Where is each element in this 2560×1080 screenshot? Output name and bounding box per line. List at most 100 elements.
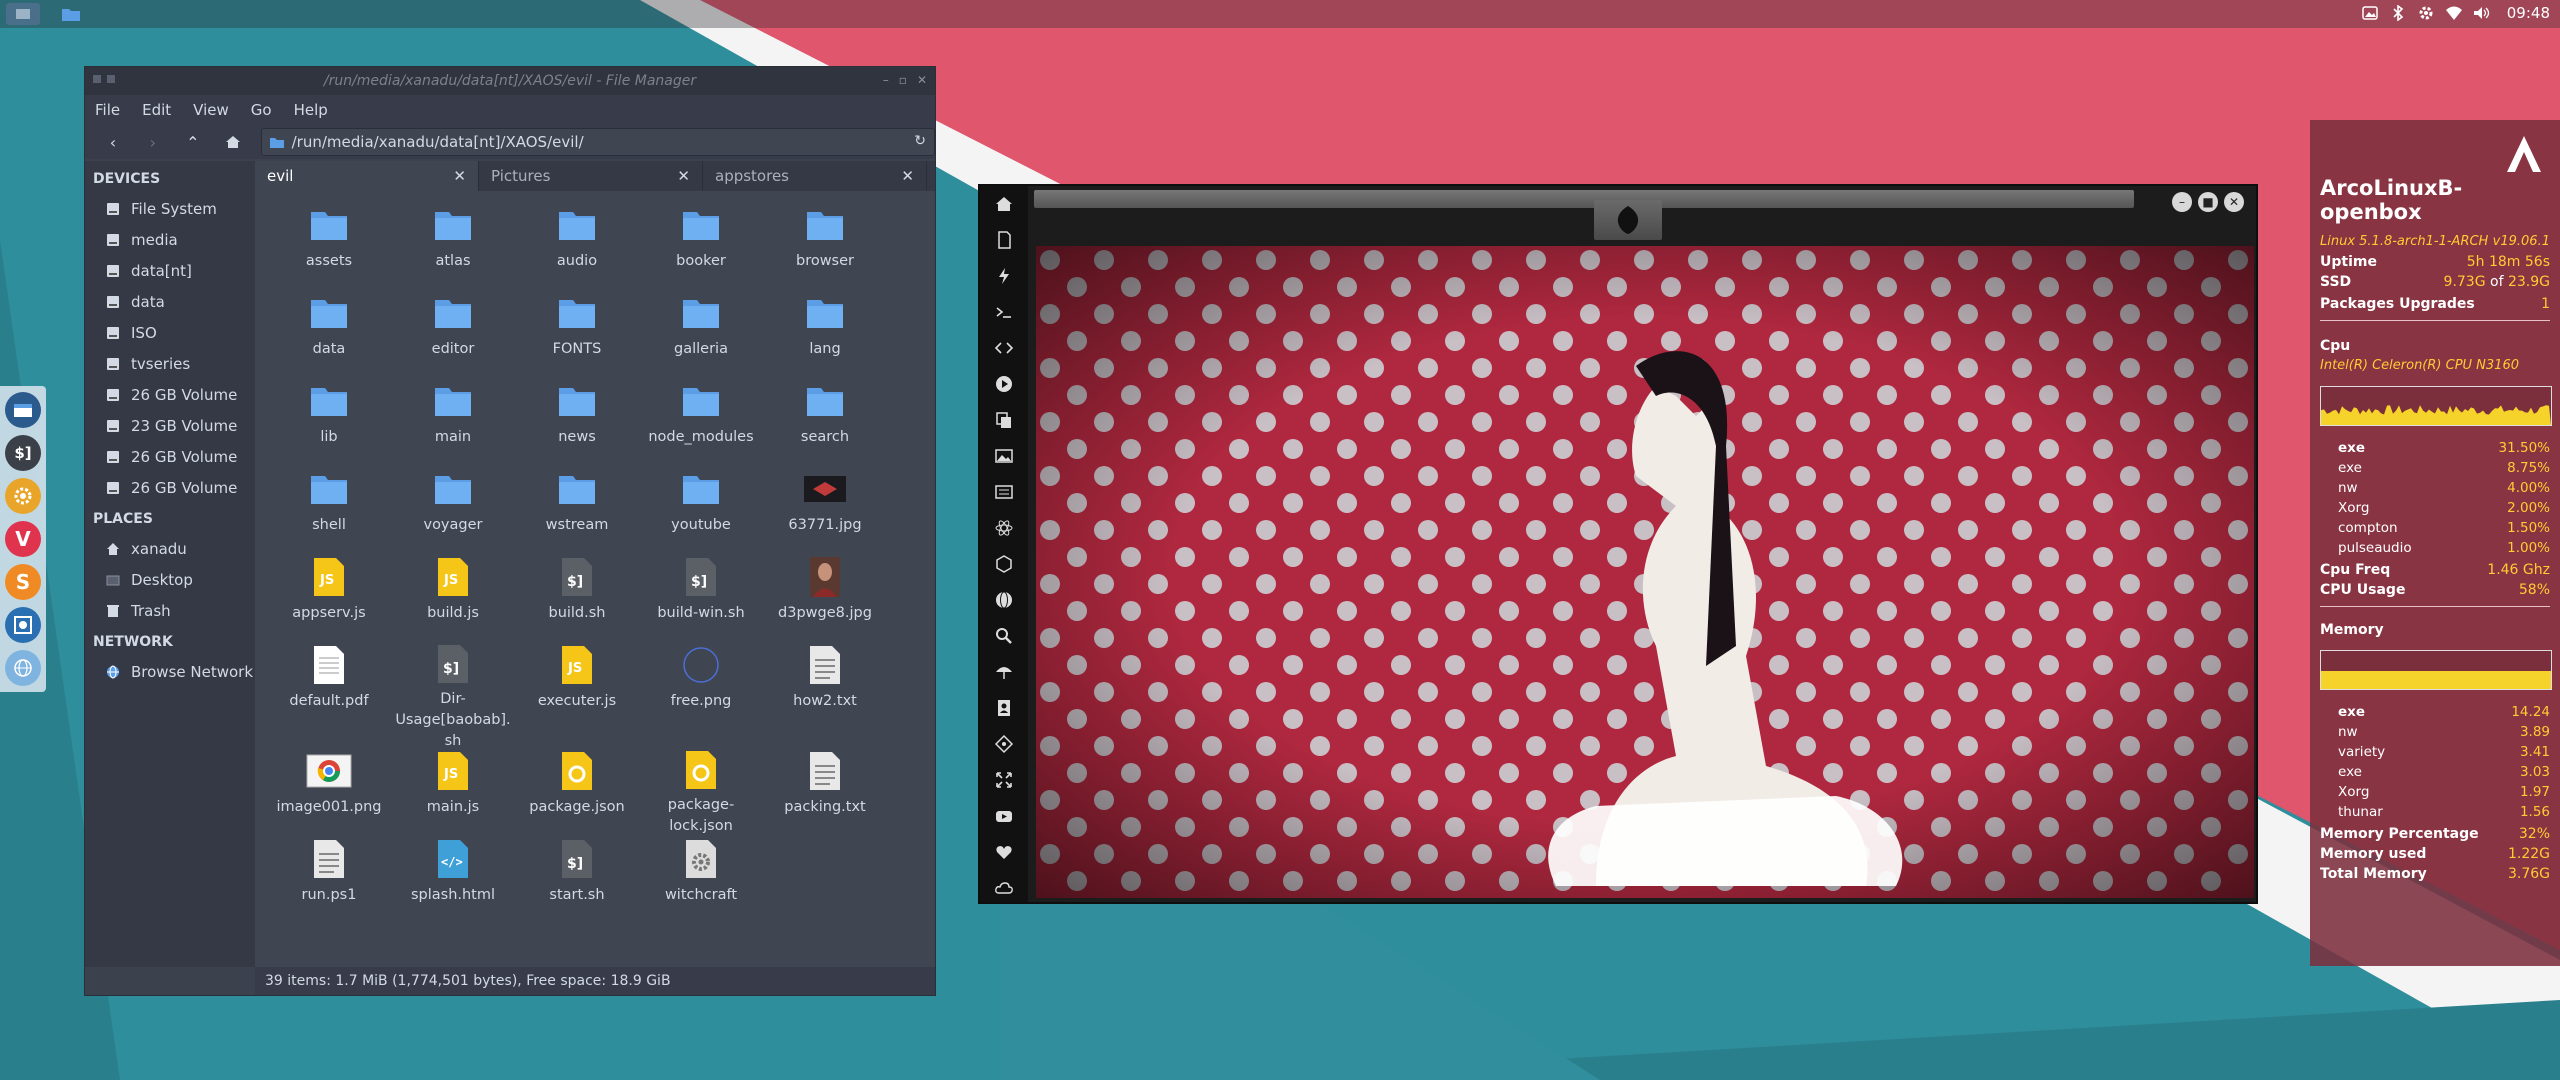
folder-item[interactable]: news — [515, 379, 639, 467]
menu-help[interactable]: Help — [294, 101, 328, 119]
file-item[interactable]: run.ps1 — [267, 837, 391, 917]
react-icon[interactable] — [992, 516, 1016, 540]
volume-icon[interactable] — [2473, 4, 2491, 22]
close-icon[interactable]: ✕ — [917, 73, 927, 87]
file-item[interactable]: packing.txt — [763, 749, 887, 837]
sidebar-device-item[interactable]: ISO — [85, 317, 255, 348]
folder-item[interactable]: youtube — [639, 467, 763, 555]
file-item[interactable]: how2.txt — [763, 643, 887, 749]
file-item[interactable]: package-lock.json — [639, 749, 763, 837]
sidebar-device-item[interactable]: data — [85, 286, 255, 317]
player-logo-button[interactable] — [1594, 200, 1662, 240]
code-icon[interactable] — [992, 336, 1016, 360]
dock-terminal-icon[interactable]: $] — [5, 435, 41, 471]
sidebar-device-item[interactable]: 26 GB Volume — [85, 441, 255, 472]
umbrella-icon[interactable] — [992, 660, 1016, 684]
dock-network-icon[interactable] — [5, 650, 41, 686]
folder-item[interactable]: atlas — [391, 203, 515, 291]
folder-item[interactable]: node_modules — [639, 379, 763, 467]
sidebar-device-item[interactable]: media — [85, 224, 255, 255]
dock-screenshot-icon[interactable] — [5, 607, 41, 643]
menu-view[interactable]: View — [193, 101, 229, 119]
file-item[interactable]: $] start.sh — [515, 837, 639, 917]
dock-settings-icon[interactable] — [5, 478, 41, 514]
lightning-icon[interactable] — [992, 264, 1016, 288]
taskbar-file-manager-button[interactable] — [54, 3, 88, 25]
folder-item[interactable]: data — [267, 291, 391, 379]
minimize-icon[interactable]: – — [883, 73, 889, 87]
folder-item[interactable]: audio — [515, 203, 639, 291]
forward-button[interactable]: › — [135, 128, 171, 156]
contact-icon[interactable] — [992, 696, 1016, 720]
location-path[interactable]: /run/media/xanadu/data[nt]/XAOS/evil/ — [292, 133, 584, 151]
player-maximize-icon[interactable]: ■ — [2198, 192, 2218, 212]
sidebar-device-item[interactable]: File System — [85, 193, 255, 224]
menu-go[interactable]: Go — [251, 101, 272, 119]
clock[interactable]: 09:48 — [2507, 4, 2550, 22]
folder-item[interactable]: wstream — [515, 467, 639, 555]
home-icon[interactable] — [992, 192, 1016, 216]
terminal-icon[interactable] — [992, 300, 1016, 324]
close-tab-icon[interactable]: ✕ — [677, 167, 690, 185]
sidebar-device-item[interactable]: 26 GB Volume — [85, 472, 255, 503]
back-button[interactable]: ‹ — [95, 128, 131, 156]
window-menu-icon[interactable] — [93, 75, 101, 83]
file-item[interactable]: JS main.js — [391, 749, 515, 837]
wifi-icon[interactable] — [2445, 4, 2463, 22]
image-icon[interactable] — [992, 444, 1016, 468]
document-icon[interactable] — [992, 228, 1016, 252]
folder-item[interactable]: booker — [639, 203, 763, 291]
file-item[interactable]: 63771.jpg — [763, 467, 887, 555]
news-icon[interactable] — [992, 480, 1016, 504]
close-tab-icon[interactable]: ✕ — [453, 167, 466, 185]
player-seek-bar[interactable] — [1034, 190, 2134, 208]
search-icon[interactable] — [992, 624, 1016, 648]
expand-icon[interactable] — [992, 768, 1016, 792]
folder-item[interactable]: galleria — [639, 291, 763, 379]
folder-item[interactable]: FONTS — [515, 291, 639, 379]
tab-appstores[interactable]: appstores ✕ — [703, 161, 927, 191]
play-icon[interactable] — [992, 372, 1016, 396]
sidebar-place-item[interactable]: xanadu — [85, 533, 255, 564]
tab-pictures[interactable]: Pictures ✕ — [479, 161, 703, 191]
window-titlebar[interactable]: /run/media/xanadu/data[nt]/XAOS/evil - F… — [85, 67, 935, 95]
close-tab-icon[interactable]: ✕ — [901, 167, 914, 185]
sidebar-place-item[interactable]: Desktop — [85, 564, 255, 595]
desktop-switcher-button[interactable] — [6, 3, 40, 25]
sidebar-device-item[interactable]: tvseries — [85, 348, 255, 379]
file-item[interactable]: witchcraft — [639, 837, 763, 917]
heart-icon[interactable] — [992, 840, 1016, 864]
gear-icon[interactable] — [2417, 4, 2435, 22]
folder-item[interactable]: editor — [391, 291, 515, 379]
reload-icon[interactable]: ↻ — [914, 133, 926, 149]
file-item[interactable]: JS appserv.js — [267, 555, 391, 643]
folder-item[interactable]: shell — [267, 467, 391, 555]
sidebar-device-item[interactable]: 23 GB Volume — [85, 410, 255, 441]
cloud-icon[interactable] — [992, 876, 1016, 900]
folder-item[interactable]: search — [763, 379, 887, 467]
folder-item[interactable]: lib — [267, 379, 391, 467]
globe-icon[interactable] — [992, 588, 1016, 612]
file-item[interactable]: default.pdf — [267, 643, 391, 749]
file-item[interactable]: JS executer.js — [515, 643, 639, 749]
home-button[interactable] — [215, 128, 251, 156]
up-button[interactable]: ⌃ — [175, 128, 211, 156]
player-close-icon[interactable]: ✕ — [2224, 192, 2244, 212]
maximize-icon[interactable]: ▫ — [899, 73, 907, 87]
folder-item[interactable]: main — [391, 379, 515, 467]
video-frame[interactable] — [1036, 246, 2254, 898]
photo-icon[interactable] — [2361, 4, 2379, 22]
file-item[interactable]: $] build-win.sh — [639, 555, 763, 643]
file-item[interactable]: image001.png — [267, 749, 391, 837]
player-minimize-icon[interactable]: – — [2172, 192, 2192, 212]
hexagon-icon[interactable] — [992, 552, 1016, 576]
file-item[interactable]: free.png — [639, 643, 763, 749]
sidebar-network-item[interactable]: Browse Network — [85, 656, 255, 687]
folder-item[interactable]: assets — [267, 203, 391, 291]
location-bar[interactable]: /run/media/xanadu/data[nt]/XAOS/evil/ ↻ — [260, 128, 935, 156]
sidebar-device-item[interactable]: data[nt] — [85, 255, 255, 286]
tab-evil[interactable]: evil ✕ — [255, 161, 479, 191]
dock-file-manager-icon[interactable] — [5, 392, 41, 428]
copy-icon[interactable] — [992, 408, 1016, 432]
file-item[interactable]: package.json — [515, 749, 639, 837]
